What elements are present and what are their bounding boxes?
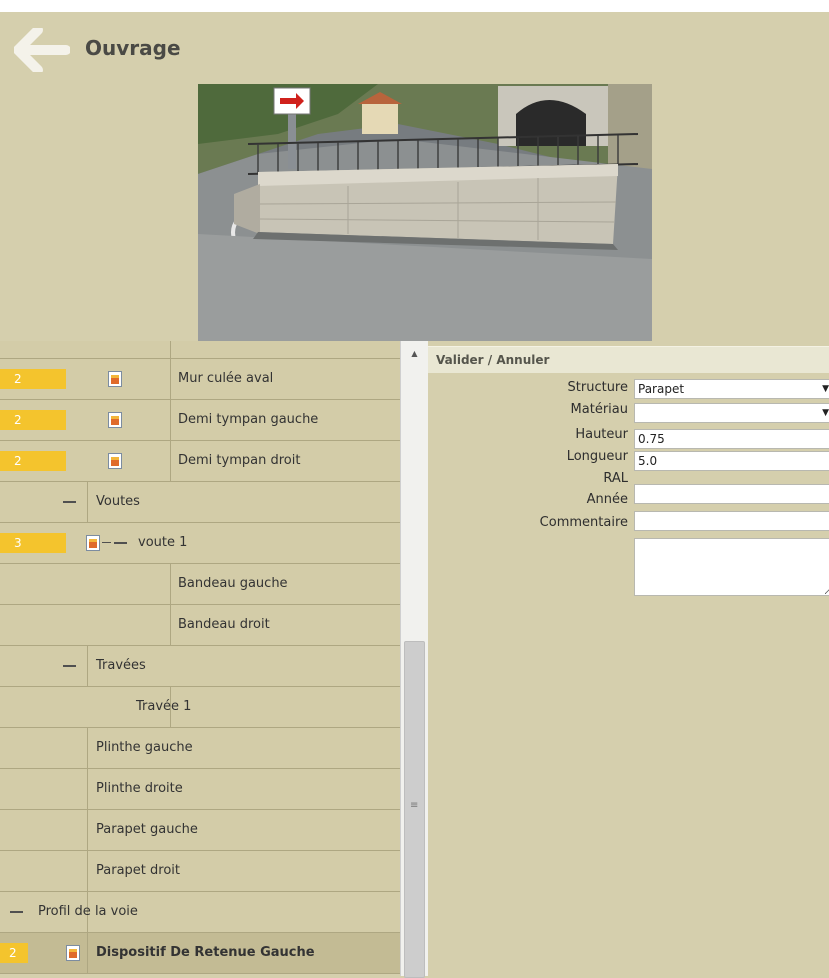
collapse-dash-icon[interactable]	[114, 542, 127, 544]
tree-row-label: Voutes	[96, 494, 140, 509]
tree-row-label: Demi tympan droit	[178, 453, 301, 468]
tree-row-label: Dispositif De Retenue Gauche	[96, 945, 315, 960]
tree-row-label: voute 1	[138, 535, 188, 550]
document-icon[interactable]	[108, 453, 122, 469]
tree-row-label: Mur culée amont	[178, 341, 288, 358]
back-arrow-icon[interactable]	[13, 25, 71, 75]
top-strip	[0, 0, 829, 12]
level-badge: 2	[0, 943, 28, 963]
tree-row[interactable]: Plinthe gauche	[0, 728, 400, 769]
tree-row-label: Demi tympan gauche	[178, 412, 319, 427]
structure-value: Parapet	[638, 382, 685, 396]
chevron-down-icon: ▼	[822, 384, 829, 394]
validate-cancel-link[interactable]: Valider / Annuler	[436, 347, 549, 373]
column-divider	[170, 564, 171, 604]
page-header: Ouvrage	[0, 12, 829, 84]
document-icon[interactable]	[66, 945, 80, 961]
tree-row[interactable]: 2 Demi tympan droit	[0, 441, 400, 482]
materiau-label: Matériau	[570, 402, 628, 417]
column-divider	[87, 851, 88, 891]
column-divider	[170, 341, 171, 358]
tree-row[interactable]: Mur culée amont	[0, 341, 400, 359]
tree-row-label: Bandeau gauche	[178, 576, 288, 591]
commentaire-textarea[interactable]	[634, 538, 829, 596]
form-action-bar: Valider / Annuler	[428, 346, 829, 373]
document-icon[interactable]	[108, 371, 122, 387]
longueur-label: Longueur	[566, 449, 628, 464]
structure-tree: Mur culée amont 2 Mur culée aval 2 Demi …	[0, 341, 400, 976]
tree-row-label: Profil de la voie	[38, 904, 138, 919]
tree-row-label: Travée 1	[136, 699, 192, 714]
tree-connector	[102, 542, 111, 543]
level-badge: 2	[0, 410, 66, 430]
column-divider	[170, 441, 171, 481]
chevron-down-icon: ▼	[822, 408, 829, 418]
tree-row[interactable]: Voutes	[0, 482, 400, 523]
annee-input[interactable]	[634, 511, 829, 531]
level-badge: 2	[0, 369, 66, 389]
collapse-dash-icon[interactable]	[63, 665, 76, 667]
tree-row[interactable]: 3 voute 1	[0, 523, 400, 564]
document-icon[interactable]	[86, 535, 100, 551]
tree-row[interactable]: Bandeau gauche	[0, 564, 400, 605]
tree-row-label: Parapet droit	[96, 863, 180, 878]
annee-label: Année	[586, 492, 628, 507]
tree-row[interactable]: Profil de la voie	[0, 892, 400, 933]
scroll-up-icon[interactable]: ▲	[401, 341, 428, 367]
tree-row[interactable]: Parapet droit	[0, 851, 400, 892]
tree-row[interactable]: Plinthe droite	[0, 769, 400, 810]
column-divider	[87, 769, 88, 809]
tree-scrollbar[interactable]: ▲ ≡	[400, 341, 428, 978]
tree-row-label: Bandeau droit	[178, 617, 270, 632]
level-badge: 3	[0, 533, 66, 553]
column-divider	[87, 933, 88, 973]
column-divider	[87, 646, 88, 686]
collapse-dash-icon[interactable]	[63, 501, 76, 503]
tree-row-label: Plinthe gauche	[96, 740, 193, 755]
structure-label: Structure	[567, 380, 628, 395]
structure-photo	[198, 84, 652, 341]
level-badge: 2	[0, 451, 66, 471]
tree-row-label: Mur culée aval	[178, 371, 274, 386]
column-divider	[170, 359, 171, 399]
hauteur-label: Hauteur	[575, 427, 628, 442]
document-icon[interactable]	[108, 412, 122, 428]
column-divider	[87, 482, 88, 522]
structure-select[interactable]: Parapet ▼	[634, 379, 829, 399]
tree-row-label: Parapet gauche	[96, 822, 198, 837]
column-divider	[170, 400, 171, 440]
tree-row[interactable]: 2 Demi tympan gauche	[0, 400, 400, 441]
tree-row-label: Plinthe droite	[96, 781, 183, 796]
ral-input[interactable]	[634, 484, 829, 504]
scrollbar-thumb[interactable]: ≡	[404, 641, 425, 978]
tree-row[interactable]: Travée 1	[0, 687, 400, 728]
hauteur-input[interactable]	[634, 429, 829, 449]
properties-form: Valider / Annuler Structure Parapet ▼ Ma…	[428, 341, 829, 976]
commentaire-label: Commentaire	[539, 515, 628, 530]
tree-row[interactable]: Parapet gauche	[0, 810, 400, 851]
tree-row[interactable]: Travées	[0, 646, 400, 687]
column-divider	[87, 728, 88, 768]
column-divider	[87, 810, 88, 850]
tree-row-label: Travées	[96, 658, 146, 673]
tree-row[interactable]: Bandeau droit	[0, 605, 400, 646]
collapse-dash-icon[interactable]	[10, 911, 23, 913]
tree-row[interactable]: 2 Mur culée aval	[0, 359, 400, 400]
materiau-select[interactable]: ▼	[634, 403, 829, 423]
ral-label: RAL	[603, 471, 628, 486]
page-title: Ouvrage	[85, 36, 181, 60]
grip-icon: ≡	[410, 800, 419, 811]
tree-row-selected[interactable]: 2 Dispositif De Retenue Gauche	[0, 933, 400, 974]
longueur-input[interactable]	[634, 451, 829, 471]
column-divider	[170, 605, 171, 645]
